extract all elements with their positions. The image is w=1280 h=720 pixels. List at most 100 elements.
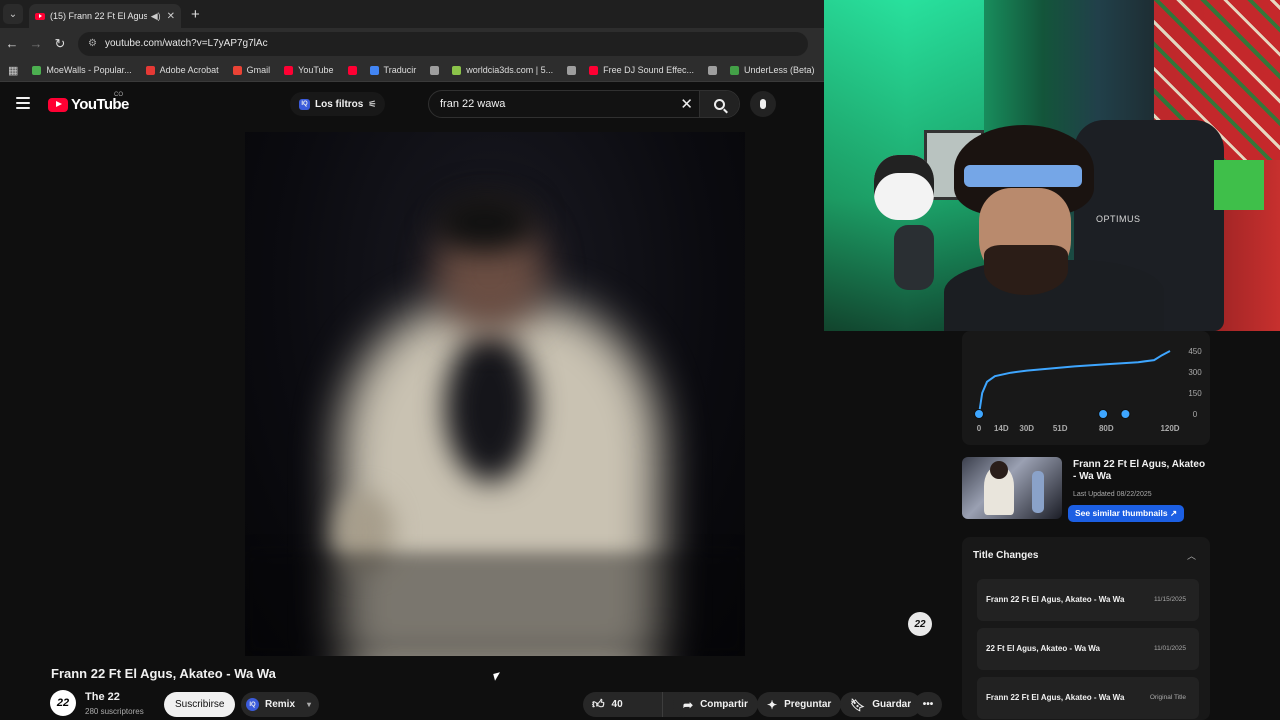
channel-watermark[interactable]: 22 — [908, 612, 932, 636]
x-tick-label: 120D — [1160, 424, 1179, 433]
back-icon[interactable]: ← — [0, 36, 24, 51]
screen: ⌄ (15) Frann 22 Ft El Agus, Akateo - Wa … — [0, 0, 1280, 720]
sparkle-icon: ✦ — [767, 697, 778, 712]
voice-search-button[interactable] — [750, 91, 776, 117]
channel-name[interactable]: The 22 — [85, 691, 120, 703]
search-input[interactable]: fran 22 wawa — [440, 98, 505, 110]
bookmark-label: Free DJ Sound Effec... — [603, 65, 694, 75]
subscribe-button[interactable]: Suscribirse — [164, 692, 236, 717]
title-change-title: 22 Ft El Agus, Akateo - Wa Wa — [986, 644, 1100, 653]
bookmark-favicon-icon — [430, 65, 440, 75]
bookmark-favicon-icon — [232, 65, 242, 75]
bookmark-label: worldcia3ds.com | 5... — [466, 65, 554, 75]
save-button[interactable]: 🔖︎ Guardar — [840, 692, 922, 717]
browser-toolbar: ← → ↻ ⚙ youtube.com/watch?v=L7yAP7g7lAc — [0, 28, 824, 59]
y-tick-label: 150 — [1188, 389, 1202, 398]
ask-button[interactable]: ✦ Preguntar — [757, 692, 842, 717]
event-marker — [1120, 409, 1131, 419]
thumbnail-figure-second — [1032, 471, 1044, 513]
x-tick-label: 14D — [994, 424, 1009, 433]
webcam-overlay: OPTIMUS — [824, 0, 1280, 331]
search-box[interactable]: fran 22 wawa ✕ — [428, 90, 740, 118]
youtube-logo[interactable]: YouTube CO — [48, 92, 129, 113]
site-info-icon[interactable]: ⚙ — [88, 38, 97, 49]
bookmark-item[interactable] — [567, 65, 581, 75]
menu-icon[interactable] — [16, 97, 30, 109]
subscriber-count: 280 suscriptores — [85, 707, 144, 716]
logo-text: YouTube — [71, 96, 129, 113]
chevron-up-icon[interactable]: ︿ — [1187, 549, 1196, 562]
new-tab-icon[interactable]: + — [191, 6, 200, 23]
remix-button[interactable]: IQ Remix ▾ — [241, 692, 320, 717]
share-button[interactable]: ➦ Compartir — [673, 692, 758, 717]
x-tick-label: 80D — [1099, 424, 1114, 433]
tab-search-icon[interactable]: ⌄ — [3, 4, 23, 24]
x-tick-label: 30D — [1019, 424, 1034, 433]
video-player[interactable] — [245, 132, 745, 656]
y-tick-label: 300 — [1188, 368, 1202, 377]
y-tick-label: 0 — [1193, 410, 1198, 419]
chevron-down-icon[interactable]: ▾ — [307, 700, 311, 709]
bookmark-item[interactable]: Traducir — [369, 65, 416, 75]
sliders-icon: ⚟ — [368, 98, 377, 109]
views-chart-card: 450 300 150 0 0 14D 30D 51D 80D 120D — [962, 331, 1210, 445]
title-change-row: Frann 22 Ft El Agus, Akateo - Wa Wa Orig… — [977, 677, 1199, 719]
bookmark-item[interactable]: MoeWalls - Popular... — [32, 65, 132, 75]
video-frame-shade — [245, 552, 745, 656]
webcam-chair-logo: OPTIMUS — [1096, 214, 1141, 224]
video-thumbnail[interactable] — [962, 457, 1062, 519]
iq-extension-icon: IQ — [299, 98, 310, 110]
filters-button[interactable]: IQ Los filtros ⚟ — [290, 92, 386, 116]
bookmark-label: Adobe Acrobat — [159, 65, 219, 75]
extension-side-panel: 450 300 150 0 0 14D 30D 51D 80D 120D Frann 22 Ft … — [952, 331, 1280, 720]
bookmark-favicon-icon — [452, 65, 462, 75]
close-tab-icon[interactable]: ✕ — [167, 11, 175, 22]
last-updated-text: Last Updated 08/22/2025 — [1073, 491, 1152, 498]
video-owner-row: 22 The 22 280 suscriptores Suscribirse I… — [50, 690, 942, 720]
webcam-creeper — [1214, 160, 1264, 210]
bookmark-favicon-icon — [730, 65, 739, 75]
bookmark-item[interactable]: Gmail — [232, 65, 270, 75]
address-bar[interactable]: ⚙ youtube.com/watch?v=L7yAP7g7lAc — [78, 31, 808, 56]
share-icon: ➦ — [683, 697, 694, 712]
title-change-date: Original Title — [1149, 694, 1186, 701]
title-change-row: 22 Ft El Agus, Akateo - Wa Wa 11/01/2025 — [977, 628, 1199, 670]
bookmark-item[interactable]: UnderLess (Beta) — [730, 65, 815, 75]
bookmark-icon: 🔖︎ — [850, 697, 866, 712]
webcam-person-beard — [984, 245, 1068, 295]
bookmark-item[interactable]: YouTube — [284, 65, 334, 75]
title-changes-heading: Title Changes — [973, 550, 1039, 561]
bookmark-favicon-icon — [32, 65, 42, 75]
search-button[interactable] — [699, 91, 739, 117]
bookmark-favicon-icon — [145, 65, 155, 75]
reload-icon[interactable]: ↻ — [48, 36, 72, 52]
bookmark-item[interactable] — [708, 65, 722, 75]
bookmark-favicon-icon — [589, 65, 599, 75]
iq-extension-icon: IQ — [246, 698, 259, 711]
browser-tab[interactable]: (15) Frann 22 Ft El Agus, Akateo - Wa Wa… — [29, 4, 181, 28]
bookmark-item[interactable]: Free DJ Sound Effec... — [589, 65, 694, 75]
more-actions-button[interactable]: ••• — [914, 692, 942, 717]
forward-icon[interactable]: → — [24, 36, 48, 51]
bookmark-item[interactable] — [347, 65, 362, 75]
bookmark-favicon-icon — [708, 65, 717, 75]
event-marker — [974, 409, 984, 419]
thumbs-up-icon: 👍︎ — [592, 697, 605, 711]
speaker-icon[interactable]: ◀) — [151, 11, 161, 22]
title-changes-card: Title Changes ︿ Frann 22 Ft El Agus, Aka… — [962, 537, 1210, 720]
bookmark-item[interactable]: worldcia3ds.com | 5... — [452, 65, 553, 75]
bookmark-item[interactable]: Adobe Acrobat — [145, 65, 219, 75]
apps-grid-icon[interactable]: ▦ — [8, 64, 18, 77]
see-similar-thumbnails-button[interactable]: See similar thumbnails ↗ — [1068, 505, 1185, 522]
channel-avatar[interactable]: 22 — [50, 690, 76, 716]
bookmark-favicon-icon — [567, 65, 577, 75]
like-button[interactable]: 👍︎ 40 — [583, 692, 663, 717]
webcam-microphone — [894, 225, 934, 290]
bookmark-item[interactable] — [430, 65, 444, 75]
title-change-title: Frann 22 Ft El Agus, Akateo - Wa Wa — [986, 595, 1125, 604]
clear-search-icon[interactable]: ✕ — [680, 95, 693, 113]
thumbnail-card: Frann 22 Ft El Agus, Akateo - Wa Wa Last… — [962, 457, 1210, 522]
youtube-play-icon — [48, 97, 68, 112]
bookmark-label: UnderLess (Beta) — [744, 65, 815, 75]
x-tick-label: 51D — [1053, 424, 1068, 433]
